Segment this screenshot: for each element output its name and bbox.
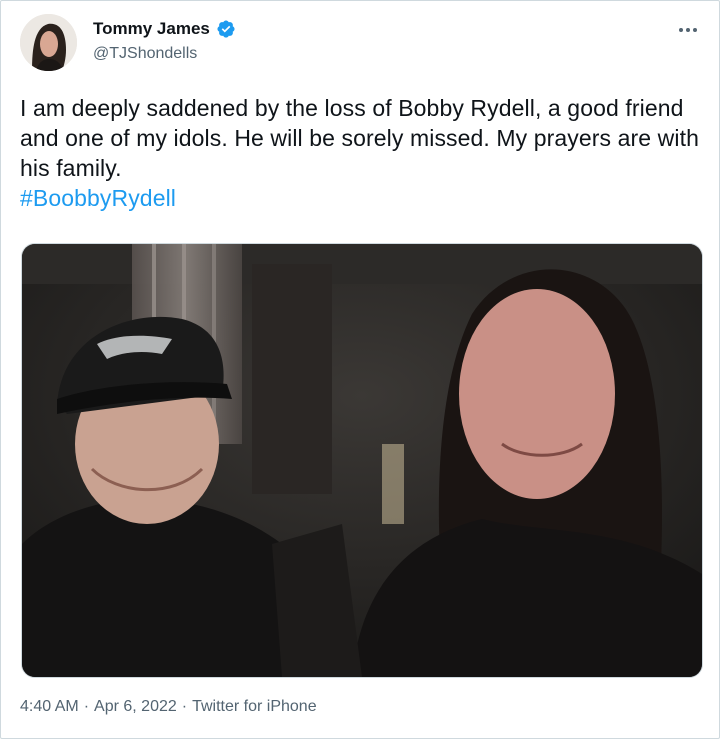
more-dot bbox=[686, 28, 690, 32]
tweet-meta: 4:40 AM · Apr 6, 2022 · Twitter for iPho… bbox=[20, 698, 317, 716]
hashtag-link[interactable]: #BoobbyRydell bbox=[20, 185, 176, 211]
author-name-text[interactable]: Tommy James bbox=[93, 19, 210, 39]
avatar[interactable] bbox=[20, 14, 77, 71]
tweet-date[interactable]: Apr 6, 2022 bbox=[94, 698, 177, 716]
tweet-time[interactable]: 4:40 AM bbox=[20, 698, 79, 716]
tweet-photo[interactable] bbox=[21, 243, 703, 678]
tweet-text: I am deeply saddened by the loss of Bobb… bbox=[20, 93, 700, 213]
more-options-icon[interactable] bbox=[675, 19, 701, 41]
tweet-source[interactable]: Twitter for iPhone bbox=[192, 698, 317, 716]
photo-image bbox=[22, 244, 702, 677]
more-dot bbox=[679, 28, 683, 32]
author-handle[interactable]: @TJShondells bbox=[93, 45, 197, 63]
tweet-card: Tommy James @TJShondells I am deeply sad… bbox=[0, 0, 720, 739]
verified-badge-icon bbox=[217, 20, 235, 38]
meta-separator: · bbox=[181, 698, 188, 715]
more-dot bbox=[693, 28, 697, 32]
author-name[interactable]: Tommy James bbox=[93, 19, 236, 39]
tweet-body: I am deeply saddened by the loss of Bobb… bbox=[20, 95, 699, 181]
avatar-image bbox=[20, 14, 77, 71]
meta-separator: · bbox=[83, 698, 90, 715]
